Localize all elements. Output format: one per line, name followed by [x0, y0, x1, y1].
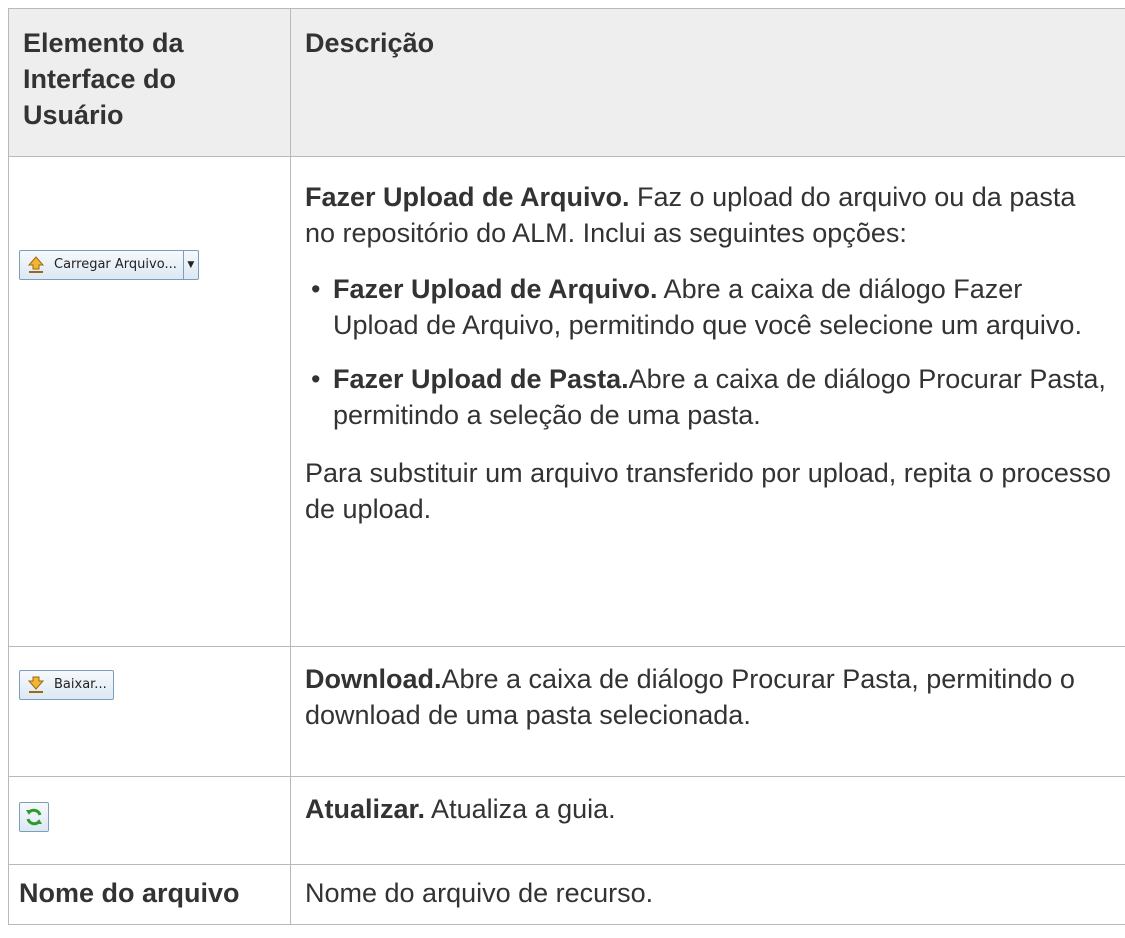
- refresh-description: Atualizar. Atualiza a guia.: [305, 791, 1111, 827]
- description-cell: Atualizar. Atualiza a guia.: [290, 776, 1125, 865]
- download-button-label: Baixar...: [54, 676, 107, 692]
- table-header-row: Elemento da Interface do Usuário Descriç…: [8, 8, 1125, 157]
- download-button[interactable]: Baixar...: [19, 669, 114, 700]
- upload-file-button[interactable]: Carregar Arquivo... ▼: [19, 249, 199, 280]
- refresh-icon: [24, 807, 44, 827]
- ui-element-cell: Nome do arquivo: [8, 864, 291, 925]
- list-item: • Fazer Upload de Pasta.Abre a caixa de d…: [305, 361, 1111, 433]
- refresh-term: Atualizar.: [305, 794, 426, 824]
- download-term: Download.: [305, 664, 442, 694]
- table-row: Atualizar. Atualiza a guia.: [8, 776, 1125, 865]
- upload-file-button-label: Carregar Arquivo...: [54, 256, 177, 272]
- upload-file-button-main[interactable]: Carregar Arquivo...: [20, 251, 183, 279]
- upload-description: Fazer Upload de Arquivo. Faz o upload do…: [305, 179, 1111, 251]
- description-cell: Fazer Upload de Arquivo. Faz o upload do…: [290, 156, 1125, 647]
- bullet: •: [311, 364, 321, 394]
- table-row: Carregar Arquivo... ▼ Fazer Upload de Ar…: [8, 156, 1125, 647]
- description-cell: Nome do arquivo de recurso.: [290, 864, 1125, 925]
- ui-element-cell: [8, 776, 291, 865]
- download-button-main[interactable]: Baixar...: [20, 671, 113, 699]
- upload-options-list: • Fazer Upload de Arquivo. Abre a caixa d…: [305, 271, 1111, 433]
- header-ui-element: Elemento da Interface do Usuário: [8, 8, 291, 157]
- bullet: •: [311, 274, 321, 304]
- dropdown-arrow-icon[interactable]: ▼: [182, 250, 198, 279]
- refresh-text: Atualiza a guia.: [425, 794, 616, 824]
- description-cell: Download.Abre a caixa de diálogo Procura…: [290, 646, 1125, 777]
- refresh-button[interactable]: [19, 801, 49, 832]
- upload-icon: [26, 255, 46, 275]
- upload-term: Fazer Upload de Arquivo.: [305, 182, 630, 212]
- option-term: Fazer Upload de Pasta.: [333, 364, 629, 394]
- option-term: Fazer Upload de Arquivo.: [333, 274, 658, 304]
- table-row: Baixar... Download.Abre a caixa de diálo…: [8, 646, 1125, 777]
- download-description: Download.Abre a caixa de diálogo Procura…: [305, 661, 1111, 733]
- ui-element-cell: Carregar Arquivo... ▼: [8, 156, 291, 647]
- ui-element-cell: Baixar...: [8, 646, 291, 777]
- header-description: Descrição: [290, 8, 1125, 157]
- download-icon: [26, 675, 46, 695]
- upload-note: Para substituir um arquivo transferido p…: [305, 458, 1111, 524]
- table-row: Nome do arquivo Nome do arquivo de recur…: [8, 864, 1125, 925]
- ui-elements-table: Elemento da Interface do Usuário Descriç…: [8, 8, 1125, 925]
- list-item: • Fazer Upload de Arquivo. Abre a caixa d…: [305, 271, 1111, 343]
